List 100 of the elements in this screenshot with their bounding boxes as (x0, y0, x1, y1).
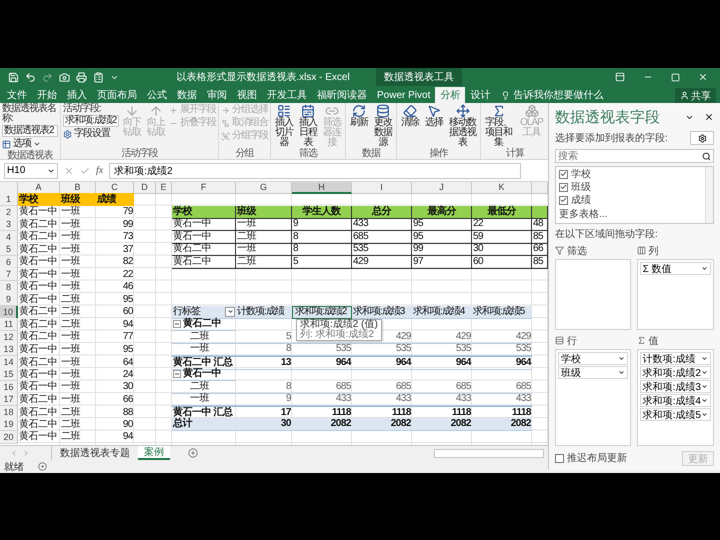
ribbon-button[interactable]: 移动数据透视表 (447, 104, 478, 148)
settings-button[interactable] (690, 131, 714, 145)
add-sheet-icon[interactable] (188, 448, 198, 458)
ribbon-tab[interactable]: 分析 (435, 87, 466, 103)
ribbon-button[interactable]: 插入日程表 (297, 104, 319, 148)
collapse-icon[interactable] (173, 370, 181, 378)
drop-area[interactable]: 计数项:成绩 求和项:成绩2 求和项:成绩3 求和项:成绩4 求和项:成绩5 (636, 349, 714, 446)
checkbox[interactable] (559, 196, 568, 204)
ribbon-tab[interactable]: 公式 (142, 87, 172, 103)
ribbon-button[interactable]: 字段、项目和集 (483, 104, 514, 148)
input-field[interactable]: 数据透视表2 (2, 125, 58, 137)
ribbon-tab[interactable]: 审阅 (202, 87, 232, 103)
row-header[interactable]: 3 (0, 218, 18, 231)
horizontal-scrollbar[interactable] (434, 448, 544, 458)
form-icon[interactable] (93, 72, 104, 82)
more-tables-link[interactable]: 更多表格... (559, 207, 702, 221)
share-button[interactable]: 共享 (675, 88, 716, 103)
sheet-tab[interactable]: 案例 (138, 446, 170, 460)
camera-icon[interactable] (59, 72, 70, 82)
column-header[interactable]: G (236, 182, 292, 194)
area-field[interactable]: 学校 (558, 352, 628, 365)
column-header[interactable]: C (96, 182, 134, 194)
row-header[interactable]: 20 (0, 430, 18, 444)
ribbon-tab[interactable]: 文件 (2, 87, 32, 103)
table-cell-text: 黄石二中 (18, 418, 58, 430)
ribbon-button[interactable]: 选择 (423, 104, 445, 128)
row-header[interactable]: 9 (0, 293, 18, 306)
ribbon-tab[interactable]: 开始 (32, 87, 62, 103)
row-header[interactable]: 8 (0, 280, 18, 294)
row-header[interactable]: 12 (0, 330, 18, 344)
ribbon-tab[interactable]: 插入 (62, 87, 92, 103)
row-header[interactable]: 15 (0, 368, 18, 381)
column-header[interactable]: A (18, 182, 60, 194)
area-field[interactable]: 求和项:成绩4 (640, 394, 711, 407)
search-field[interactable]: 搜索 (555, 149, 714, 163)
insert-function-button[interactable]: fx (96, 165, 104, 176)
record-macro-icon[interactable] (38, 462, 47, 471)
input-field[interactable]: 求和项:成绩2 (63, 115, 119, 127)
row-header[interactable]: 7 (0, 268, 18, 281)
ribbon-button[interactable]: 清除 (399, 104, 421, 128)
vertical-scrollbar[interactable] (705, 167, 713, 223)
row-header[interactable]: 16 (0, 380, 18, 394)
ribbon-tab[interactable]: 视图 (232, 87, 262, 103)
row-header[interactable]: 11 (0, 318, 18, 331)
ribbon-button[interactable]: 刷新 (348, 104, 370, 128)
row-header[interactable]: 2 (0, 206, 18, 218)
drop-area[interactable]: Σ 数值 (636, 259, 714, 330)
checkbox[interactable] (559, 170, 568, 178)
tell-me-field[interactable]: 告诉我你想要做什么 (495, 87, 610, 103)
area-field[interactable]: 求和项:成绩5 (640, 408, 711, 421)
ribbon-button[interactable]: 字段设置 (63, 128, 119, 140)
row-header[interactable]: 4 (0, 230, 18, 244)
column-header[interactable]: F (172, 182, 236, 194)
ribbon-tab[interactable]: 数据 (172, 87, 202, 103)
close-icon[interactable] (704, 112, 714, 122)
printer-icon[interactable] (76, 72, 87, 82)
field-name[interactable]: 学校 (571, 167, 591, 181)
column-header[interactable]: J (412, 182, 472, 194)
ribbon-tab[interactable]: 开发工具 (262, 87, 312, 103)
undo-icon[interactable] (25, 72, 36, 82)
ribbon-tab[interactable]: 福昕阅读器 (312, 87, 372, 103)
ribbon-button[interactable]: 选项 (2, 138, 58, 150)
formula-field[interactable]: 求和项:成绩2 (109, 162, 522, 178)
field-name[interactable]: 班级 (571, 180, 591, 194)
column-header[interactable]: K (472, 182, 532, 194)
column-header[interactable]: E (156, 182, 172, 194)
restore-icon[interactable] (671, 72, 680, 82)
area-field[interactable]: 求和项:成绩2 (640, 366, 711, 379)
area-field[interactable]: 求和项:成绩3 (640, 380, 711, 393)
field-name[interactable]: 成绩 (571, 193, 591, 207)
column-header[interactable]: D (134, 182, 156, 194)
sheet-tab[interactable]: 数据透视表专题 (54, 446, 136, 460)
area-field[interactable]: 班级 (558, 366, 628, 379)
ribbon-button[interactable]: 插入切片器 (273, 104, 295, 148)
ribbon-tab[interactable]: 设计 (465, 87, 496, 103)
area-field[interactable]: Σ 数值 (640, 262, 711, 275)
checkbox[interactable] (555, 454, 564, 462)
ribbon-display-icon[interactable] (615, 72, 625, 82)
row-header[interactable]: 13 (0, 343, 18, 356)
save-icon[interactable] (8, 72, 19, 82)
area-field[interactable]: 计数项:成绩 (640, 352, 711, 365)
check-icon[interactable] (80, 166, 90, 176)
row-header[interactable]: 1 (0, 193, 18, 206)
row-header[interactable]: 6 (0, 256, 18, 268)
column-header[interactable]: H (292, 182, 352, 194)
filter-dropdown-button[interactable] (225, 306, 235, 316)
ribbon-button[interactable]: 更改数据源 (372, 104, 394, 148)
row-header[interactable]: 19 (0, 418, 18, 431)
ribbon-tab[interactable]: 页面布局 (92, 87, 142, 103)
drop-area[interactable]: 学校 班级 (555, 349, 631, 446)
name-box[interactable]: H10 (4, 162, 58, 178)
checkbox[interactable] (559, 182, 568, 192)
row-header[interactable]: 10 (0, 306, 18, 318)
row-header[interactable]: 5 (0, 243, 18, 256)
collapse-icon[interactable] (173, 320, 181, 328)
caret-icon[interactable] (701, 265, 708, 272)
ribbon-tab[interactable]: Power Pivot (372, 87, 436, 103)
row-header[interactable]: 17 (0, 393, 18, 406)
column-header[interactable]: B (60, 182, 96, 194)
column-header[interactable]: I (352, 182, 412, 194)
